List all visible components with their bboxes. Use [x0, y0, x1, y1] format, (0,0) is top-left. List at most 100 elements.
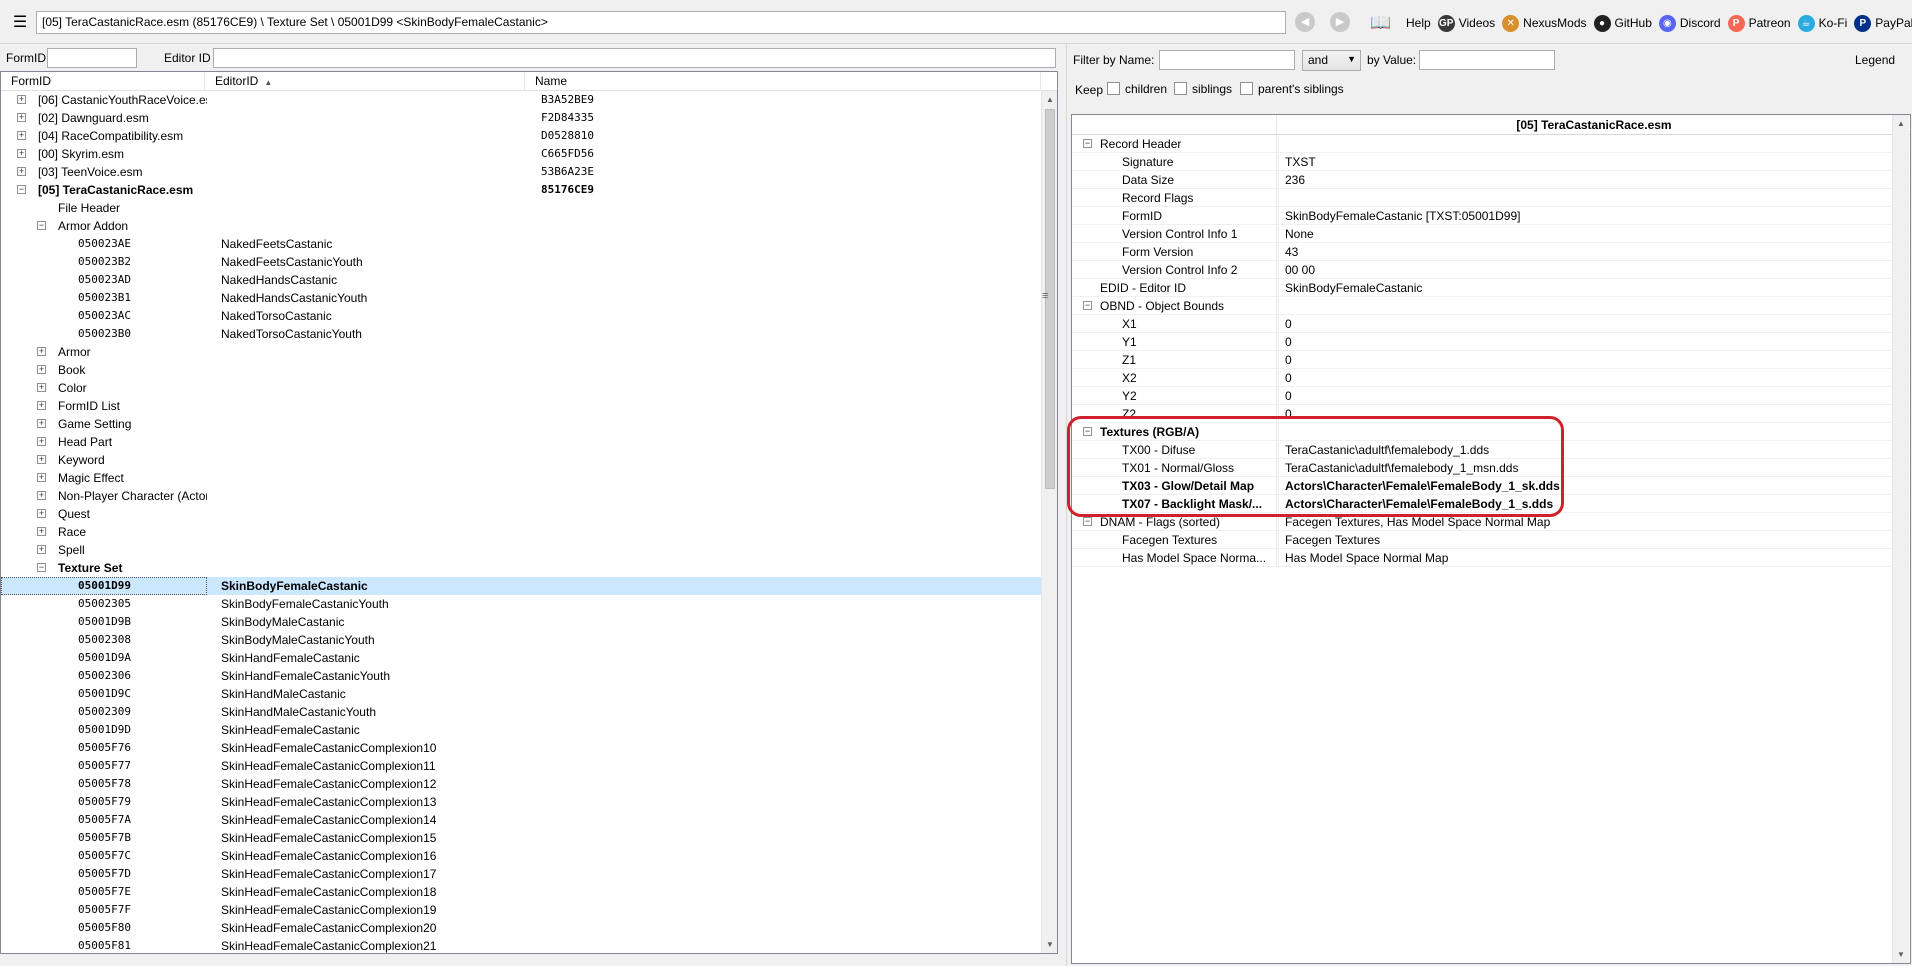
patreon-link[interactable]: P Patreon [1727, 14, 1791, 32]
tree-row[interactable]: 05001D9C SkinHandMaleCastanic [1, 685, 1041, 703]
tree-row[interactable]: + Keyword [1, 451, 1041, 469]
filter-operator-select[interactable]: and ▼ [1302, 50, 1361, 71]
forward-icon[interactable]: ▶ [1330, 12, 1350, 32]
tree-row[interactable]: 05005F7C SkinHeadFemaleCastanicComplexion… [1, 847, 1041, 865]
record-field-row[interactable]: EDID - Editor ID SkinBodyFemaleCastanic [1072, 279, 1910, 297]
record-field-row[interactable]: − OBND - Object Bounds [1072, 297, 1910, 315]
tree-row[interactable]: 05001D99 SkinBodyFemaleCastanic [1, 577, 1041, 595]
record-field-row[interactable]: − DNAM - Flags (sorted) Facegen Textures, … [1072, 513, 1910, 531]
tree-row[interactable]: + Game Setting [1, 415, 1041, 433]
scroll-down-icon[interactable]: ▼ [1893, 946, 1909, 963]
expand-icon[interactable]: + [17, 167, 26, 176]
collapse-icon[interactable]: − [37, 563, 46, 572]
tree-row[interactable]: + [02] Dawnguard.esm F2D84335 [1, 109, 1041, 127]
collapse-icon[interactable]: − [1083, 139, 1092, 148]
expand-icon[interactable]: + [37, 401, 46, 410]
github-link[interactable]: ● GitHub [1593, 14, 1652, 32]
tree-row[interactable]: + [06] CastanicYouthRaceVoice.esp B3A52BE9 [1, 91, 1041, 109]
keep-siblings-checkbox[interactable] [1174, 82, 1187, 95]
tree-row[interactable]: 05005F7A SkinHeadFemaleCastanicComplexion… [1, 811, 1041, 829]
tree-row[interactable]: 05005F7D SkinHeadFemaleCastanicComplexion… [1, 865, 1041, 883]
pane-splitter-icon[interactable]: ≡ [1042, 290, 1048, 302]
expand-icon[interactable]: + [37, 437, 46, 446]
record-field-row[interactable]: TX03 - Glow/Detail Map Actors\Character\F… [1072, 477, 1910, 495]
tree-row[interactable]: + Head Part [1, 433, 1041, 451]
tree-row[interactable]: + Magic Effect [1, 469, 1041, 487]
record-field-row[interactable]: Version Control Info 1 None [1072, 225, 1910, 243]
scroll-down-icon[interactable]: ▼ [1042, 936, 1057, 953]
videos-link[interactable]: GP Videos [1437, 14, 1495, 32]
tree-scrollbar[interactable]: ▲ ▼ [1041, 91, 1057, 953]
scroll-up-icon[interactable]: ▲ [1042, 91, 1057, 108]
record-field-row[interactable]: Z2 0 [1072, 405, 1910, 423]
expand-icon[interactable]: + [37, 527, 46, 536]
tree-row[interactable]: 05005F7F SkinHeadFemaleCastanicComplexion… [1, 901, 1041, 919]
record-field-row[interactable]: Data Size 236 [1072, 171, 1910, 189]
tree-row[interactable]: − Armor Addon [1, 217, 1041, 235]
record-field-row[interactable]: Form Version 43 [1072, 243, 1910, 261]
tree-row[interactable]: + Armor [1, 343, 1041, 361]
tree-row[interactable]: + [00] Skyrim.esm C665FD56 [1, 145, 1041, 163]
record-field-row[interactable]: TX01 - Normal/Gloss TeraCastanic\adultf\f… [1072, 459, 1910, 477]
expand-icon[interactable]: + [17, 113, 26, 122]
expand-icon[interactable]: + [17, 95, 26, 104]
record-field-row[interactable]: TX07 - Backlight Mask/... Actors\Characte… [1072, 495, 1910, 513]
column-name[interactable]: Name [525, 72, 1041, 91]
tree-row[interactable]: + FormID List [1, 397, 1041, 415]
tree-row[interactable]: − Texture Set [1, 559, 1041, 577]
collapse-icon[interactable]: − [37, 221, 46, 230]
record-field-row[interactable]: TX00 - Difuse TeraCastanic\adultf\femaleb… [1072, 441, 1910, 459]
record-field-row[interactable]: Record Flags [1072, 189, 1910, 207]
filter-name-input[interactable] [1159, 50, 1295, 70]
tree-row[interactable]: 050023AD NakedHandsCastanic [1, 271, 1041, 289]
keep-parents-siblings-checkbox[interactable] [1240, 82, 1253, 95]
collapse-icon[interactable]: − [1083, 517, 1092, 526]
scroll-up-icon[interactable]: ▲ [1893, 115, 1909, 132]
tree-row[interactable]: 05001D9A SkinHandFemaleCastanic [1, 649, 1041, 667]
tree-row[interactable]: + Quest [1, 505, 1041, 523]
filter-value-input[interactable] [1419, 50, 1555, 70]
tree-row[interactable]: 05001D9B SkinBodyMaleCastanic [1, 613, 1041, 631]
tree-row[interactable]: + [03] TeenVoice.esm 53B6A23E [1, 163, 1041, 181]
tree-row[interactable]: + [04] RaceCompatibility.esm D0528810 [1, 127, 1041, 145]
tree-row[interactable]: 05005F7E SkinHeadFemaleCastanicComplexion… [1, 883, 1041, 901]
tree-row[interactable]: 050023AC NakedTorsoCastanic [1, 307, 1041, 325]
nexusmods-link[interactable]: ✕ NexusMods [1502, 14, 1587, 32]
tree-row[interactable]: 05005F7B SkinHeadFemaleCastanicComplexion… [1, 829, 1041, 847]
tree-row[interactable]: 05001D9D SkinHeadFemaleCastanic [1, 721, 1041, 739]
record-field-row[interactable]: Y2 0 [1072, 387, 1910, 405]
tree-row[interactable]: 05005F76 SkinHeadFemaleCastanicComplexion… [1, 739, 1041, 757]
record-field-row[interactable]: X2 0 [1072, 369, 1910, 387]
collapse-icon[interactable]: − [17, 185, 26, 194]
formid-filter-input[interactable] [47, 48, 137, 68]
kofi-link[interactable]: ☕ Ko-Fi [1797, 14, 1847, 32]
record-path-field[interactable]: [05] TeraCastanicRace.esm (85176CE9) \ T… [36, 11, 1286, 34]
expand-icon[interactable]: + [37, 491, 46, 500]
column-formid[interactable]: FormID [1, 72, 205, 91]
tree-row[interactable]: 05002308 SkinBodyMaleCastanicYouth [1, 631, 1041, 649]
tree-row[interactable]: 050023B0 NakedTorsoCastanicYouth [1, 325, 1041, 343]
keep-children-checkbox[interactable] [1107, 82, 1120, 95]
expand-icon[interactable]: + [37, 419, 46, 428]
help-link[interactable]: 📖 Help [1360, 13, 1430, 32]
paypal-link[interactable]: P PayPal [1854, 14, 1912, 32]
record-field-row[interactable]: Y1 0 [1072, 333, 1910, 351]
tree-row[interactable]: 050023B1 NakedHandsCastanicYouth [1, 289, 1041, 307]
tree-row[interactable]: 050023B2 NakedFeetsCastanicYouth [1, 253, 1041, 271]
expand-icon[interactable]: + [17, 131, 26, 140]
record-field-row[interactable]: Facegen Textures Facegen Textures [1072, 531, 1910, 549]
record-field-row[interactable]: FormID SkinBodyFemaleCastanic [TXST:05001… [1072, 207, 1910, 225]
expand-icon[interactable]: + [37, 347, 46, 356]
menu-icon[interactable]: ☰ [8, 12, 32, 34]
tree-row[interactable]: 050023AE NakedFeetsCastanic [1, 235, 1041, 253]
expand-icon[interactable]: + [37, 473, 46, 482]
record-field-row[interactable]: − Record Header [1072, 135, 1910, 153]
record-scrollbar[interactable]: ▲ ▼ [1892, 115, 1909, 963]
expand-icon[interactable]: + [37, 383, 46, 392]
tree-row[interactable]: 05005F79 SkinHeadFemaleCastanicComplexion… [1, 793, 1041, 811]
collapse-icon[interactable]: − [1083, 427, 1092, 436]
tree-row[interactable]: 05002305 SkinBodyFemaleCastanicYouth [1, 595, 1041, 613]
tree-row[interactable]: 05005F81 SkinHeadFemaleCastanicComplexion… [1, 937, 1041, 953]
record-field-row[interactable]: X1 0 [1072, 315, 1910, 333]
tree-row[interactable]: 05005F78 SkinHeadFemaleCastanicComplexion… [1, 775, 1041, 793]
